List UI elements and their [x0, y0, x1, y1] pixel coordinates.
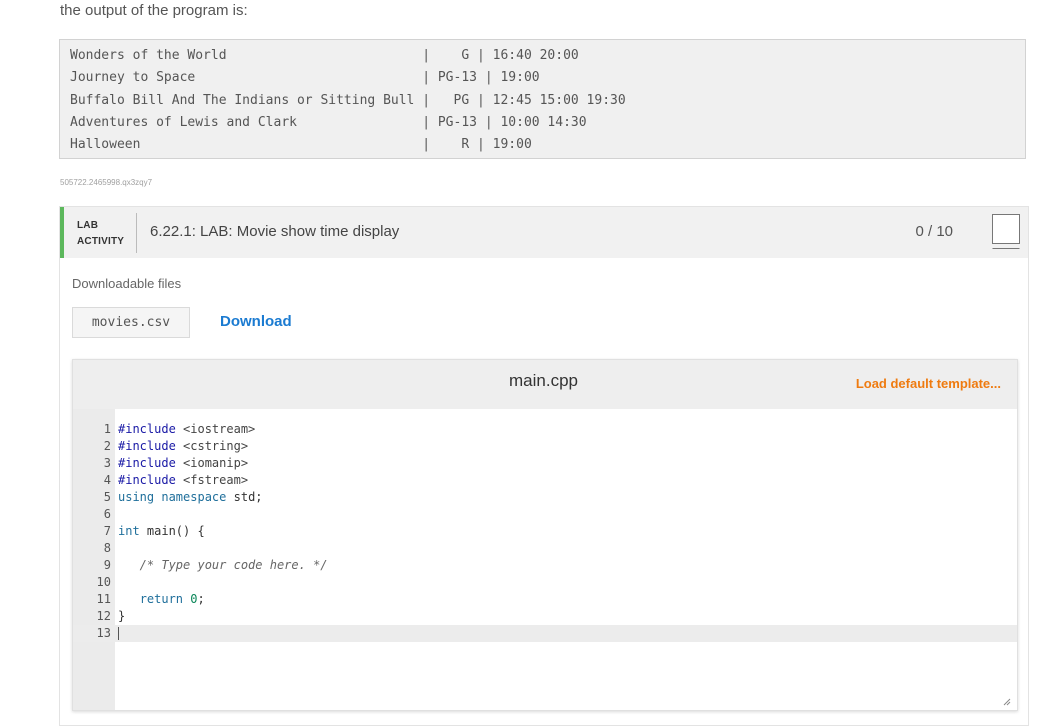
resize-grip-icon[interactable]: [1003, 698, 1011, 706]
line-number: 10: [96, 575, 111, 589]
text-cursor: [118, 627, 119, 640]
code-area[interactable]: 1 #include <iostream> 2 #include <cstring> 3…: [73, 421, 1017, 642]
code-text: #include <cstring>: [118, 439, 249, 453]
intro-text: the output of the program is:: [60, 2, 248, 19]
code-text: }: [118, 609, 126, 623]
output-line: Adventures of Lewis and Clark | PG-13 | …: [70, 114, 587, 130]
code-line[interactable]: 2 #include <cstring>: [73, 438, 1017, 455]
load-default-template-button[interactable]: Load default template...: [856, 376, 1001, 391]
line-number: 2: [103, 439, 111, 453]
line-number: 12: [96, 609, 111, 623]
editor-toolbar: main.cpp Load default template...: [73, 360, 1017, 409]
lab-activity-tag: LAB ACTIVITY: [77, 218, 124, 250]
code-text: using namespace std;: [118, 490, 263, 504]
expected-output-box: Wonders of the World | G | 16:40 20:00 J…: [59, 39, 1026, 159]
lab-tag-line1: LAB: [77, 220, 99, 231]
output-line: Journey to Space | PG-13 | 19:00: [70, 70, 540, 86]
line-number: 9: [103, 558, 111, 572]
expected-output: Wonders of the World | G | 16:40 20:00 J…: [70, 45, 1025, 156]
line-number: 11: [96, 592, 111, 606]
lab-activity-card: LAB ACTIVITY 6.22.1: LAB: Movie show tim…: [59, 206, 1029, 726]
line-number: 7: [103, 524, 111, 538]
score-text: 0 / 10: [915, 223, 953, 240]
line-number: 6: [103, 507, 111, 521]
code-line[interactable]: 11 return 0;: [73, 591, 1017, 608]
line-number: 4: [103, 473, 111, 487]
code-text: int main() {: [118, 524, 205, 538]
code-editor[interactable]: main.cpp Load default template... 1 #incl…: [72, 359, 1018, 711]
line-number: 8: [103, 541, 111, 555]
lab-header: LAB ACTIVITY 6.22.1: LAB: Movie show tim…: [60, 207, 1028, 258]
output-line: Wonders of the World | G | 16:40 20:00: [70, 48, 579, 63]
lab-title: 6.22.1: LAB: Movie show time display: [150, 223, 400, 240]
lab-tag-line2: ACTIVITY: [77, 236, 125, 247]
line-number: 1: [103, 422, 111, 436]
code-line[interactable]: 3 #include <iomanip>: [73, 455, 1017, 472]
code-line[interactable]: 10: [73, 574, 1017, 591]
code-line[interactable]: 12}: [73, 608, 1017, 625]
code-line[interactable]: 6: [73, 506, 1017, 523]
score-badge-icon: [992, 214, 1020, 249]
file-name: movies.csv: [91, 315, 171, 330]
code-line[interactable]: 13: [73, 625, 1017, 642]
activity-id: 505722.2465998.qx3zqy7: [60, 178, 153, 187]
downloadable-files-label: Downloadable files: [72, 276, 182, 291]
code-line[interactable]: 4 #include <fstream>: [73, 472, 1017, 489]
line-number: 3: [103, 456, 111, 470]
code-text: #include <iomanip>: [118, 456, 249, 470]
line-number: 13: [96, 626, 111, 640]
editor-filename: main.cpp: [509, 371, 578, 390]
code-text: #include <iostream>: [118, 422, 256, 436]
output-line: Buffalo Bill And The Indians or Sitting …: [70, 92, 626, 108]
output-line: Halloween | R | 19:00: [70, 137, 532, 153]
code-line[interactable]: 7 int main() {: [73, 523, 1017, 540]
header-divider: [136, 213, 137, 253]
code-line[interactable]: 8: [73, 540, 1017, 557]
code-text: #include <fstream>: [118, 473, 249, 487]
code-line[interactable]: 9 /* Type your code here. */: [73, 557, 1017, 574]
download-link[interactable]: Download: [220, 313, 292, 330]
code-line[interactable]: 1 #include <iostream>: [73, 421, 1017, 438]
line-number: 5: [103, 490, 111, 504]
code-text: /* Type your code here. */: [118, 558, 328, 572]
code-line[interactable]: 5 using namespace std;: [73, 489, 1017, 506]
file-chip: movies.csv: [72, 307, 190, 338]
code-text: return 0;: [139, 592, 205, 606]
